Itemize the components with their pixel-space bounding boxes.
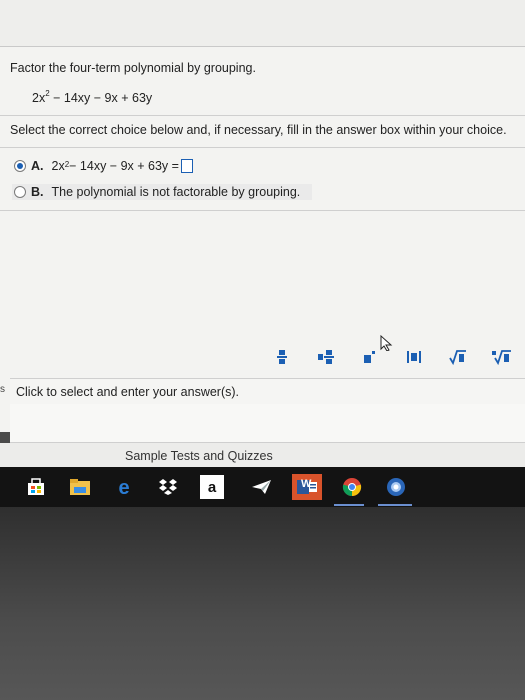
store-icon[interactable] bbox=[24, 475, 48, 499]
device-bezel bbox=[0, 507, 525, 700]
answer-input-box[interactable] bbox=[180, 159, 193, 173]
choice-b-radio[interactable] bbox=[14, 186, 26, 198]
choice-a-radio[interactable] bbox=[14, 160, 26, 172]
hint-bar: Click to select and enter your answer(s)… bbox=[10, 378, 525, 406]
square-root-icon[interactable] bbox=[444, 344, 472, 370]
choice-b[interactable]: B. The polynomial is not factorable by g… bbox=[14, 185, 300, 199]
choice-a-letter: A. bbox=[31, 159, 44, 173]
left-edge-label: s bbox=[0, 384, 5, 395]
choice-a-exponent: 2 bbox=[64, 159, 70, 169]
polynomial-expression: 2x2 − 14xy − 9x + 63y bbox=[32, 89, 153, 105]
choice-b-letter: B. bbox=[31, 185, 44, 199]
edge-icon[interactable]: e bbox=[112, 475, 136, 499]
choice-b-text: The polynomial is not factorable by grou… bbox=[51, 185, 301, 199]
app-active-indicator bbox=[378, 504, 412, 506]
choice-a-expr-rest: − 14xy − 9x + 63y = bbox=[69, 159, 179, 173]
nth-root-icon[interactable] bbox=[488, 344, 516, 370]
svg-text:e: e bbox=[118, 477, 129, 497]
polynomial-prefix: 2x bbox=[32, 91, 46, 105]
absolute-value-icon[interactable] bbox=[400, 344, 428, 370]
divider bbox=[0, 115, 525, 116]
send-icon[interactable] bbox=[250, 475, 274, 499]
instruction-text: Select the correct choice below and, if … bbox=[10, 123, 507, 137]
browser-content: Factor the four-term polynomial by group… bbox=[0, 0, 525, 432]
dropbox-icon[interactable] bbox=[156, 475, 180, 499]
divider bbox=[0, 210, 525, 211]
tab-label[interactable]: Sample Tests and Quizzes bbox=[125, 449, 273, 463]
answer-area[interactable] bbox=[10, 404, 525, 443]
file-explorer-icon[interactable] bbox=[68, 475, 92, 499]
mixed-number-icon[interactable] bbox=[312, 344, 340, 370]
amazon-glyph: a bbox=[207, 478, 217, 496]
question-prompt: Factor the four-term polynomial by group… bbox=[10, 61, 256, 75]
taskbar: e a W bbox=[0, 467, 525, 507]
choice-a[interactable]: A. 2x 2 − 14xy − 9x + 63y = bbox=[14, 159, 193, 173]
polynomial-rest: − 14xy − 9x + 63y bbox=[49, 91, 153, 105]
word-glyph: W bbox=[301, 478, 312, 490]
mouse-cursor-icon bbox=[380, 335, 393, 351]
amazon-icon[interactable]: a bbox=[200, 475, 224, 499]
chrome-active-indicator bbox=[334, 504, 364, 506]
word-icon[interactable]: W bbox=[292, 474, 322, 500]
top-bar bbox=[0, 0, 525, 47]
polynomial-exponent: 2 bbox=[45, 89, 50, 98]
chrome-icon[interactable] bbox=[340, 475, 364, 499]
app-icon[interactable] bbox=[384, 475, 408, 499]
fraction-icon[interactable] bbox=[268, 344, 296, 370]
divider bbox=[0, 147, 525, 148]
hint-text: Click to select and enter your answer(s)… bbox=[16, 385, 240, 399]
choice-a-expr-prefix: 2x bbox=[51, 159, 65, 173]
